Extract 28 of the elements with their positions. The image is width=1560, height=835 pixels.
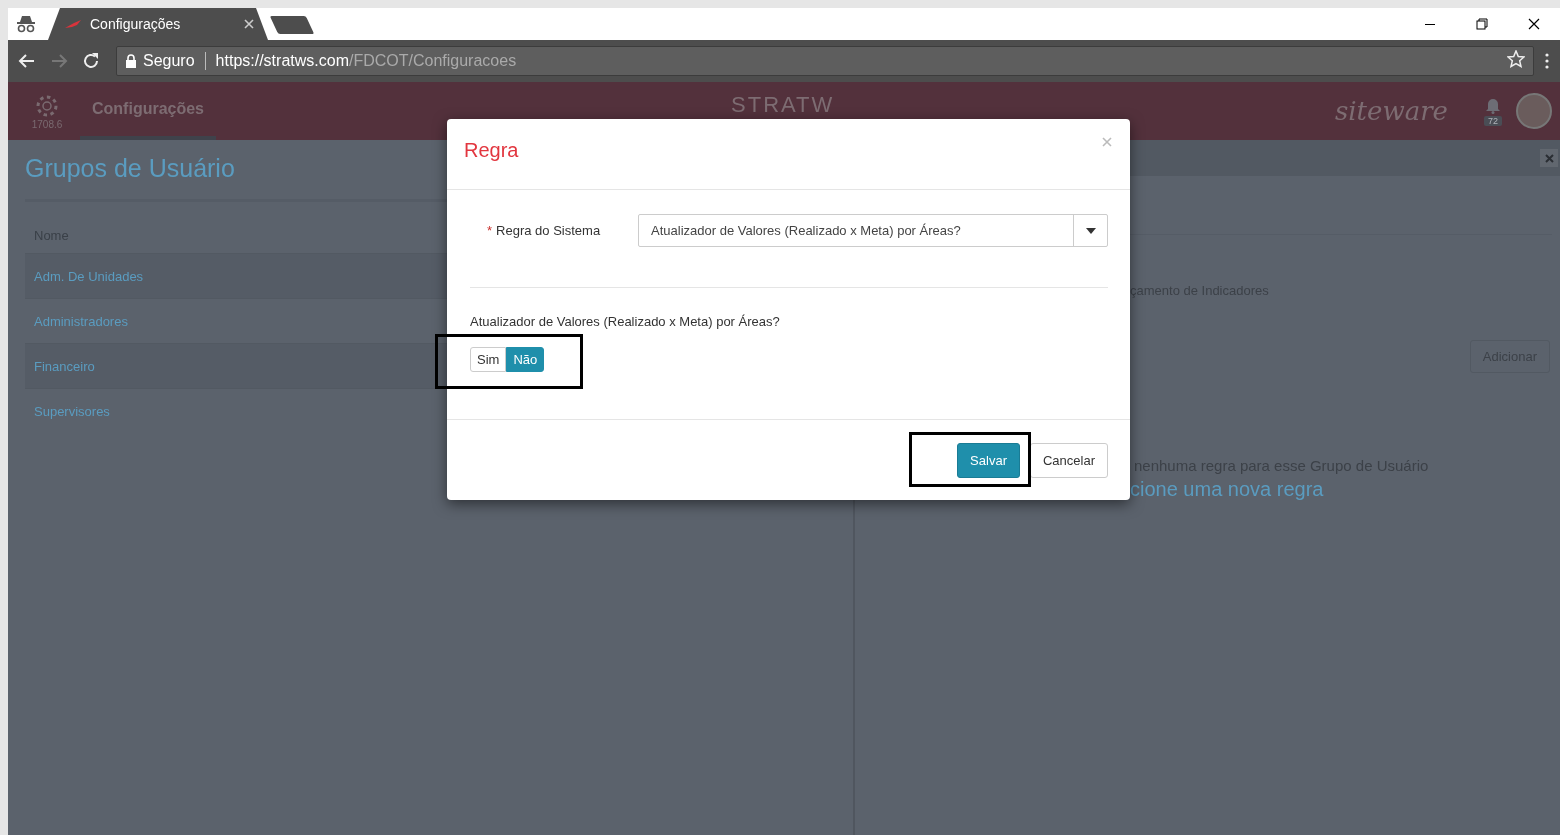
- tab-title: Configurações: [90, 16, 182, 32]
- caret-icon[interactable]: [1085, 227, 1096, 234]
- bell-icon[interactable]: [1485, 96, 1501, 114]
- lock-icon[interactable]: [125, 54, 137, 68]
- rule-select[interactable]: Atualizador de Valores (Realizado x Meta) por Áreas?: [638, 214, 1108, 247]
- url-host: https://stratws.com: [215, 52, 349, 70]
- field-label: * Regra do Sistema: [486, 223, 602, 238]
- new-tab-button[interactable]: [269, 16, 315, 34]
- incognito-icon[interactable]: [15, 15, 37, 33]
- close-button[interactable]: [1540, 149, 1558, 167]
- cancel-button[interactable]: Cancelar: [1029, 442, 1108, 478]
- browser-tab[interactable]: Configurações: [48, 8, 268, 40]
- star-icon[interactable]: [1507, 50, 1525, 68]
- empty-hint: cione uma nova regra: [1130, 478, 1325, 501]
- address-bar[interactable]: Seguro https://stratws.com/FDCOT/Configuracoes: [116, 46, 1534, 76]
- question-label: Atualizador de Valores (Realizado x Meta) por Áreas?: [470, 314, 781, 329]
- close-icon: [1544, 153, 1554, 163]
- avatar[interactable]: [1516, 93, 1552, 129]
- close-icon[interactable]: [244, 19, 254, 29]
- notification-count: 72: [1484, 116, 1502, 126]
- modal-title: Regra: [464, 138, 519, 162]
- save-button[interactable]: Salvar: [957, 442, 1020, 478]
- brand-logo: siteware: [1334, 96, 1448, 126]
- security-label: Seguro: [143, 52, 195, 70]
- toggle-option[interactable]: Não: [506, 347, 545, 372]
- url-path: /FDCOT/Configuracoes: [348, 52, 517, 70]
- logo: STRATW: [731, 91, 835, 119]
- toggle-option[interactable]: Sim: [470, 347, 507, 372]
